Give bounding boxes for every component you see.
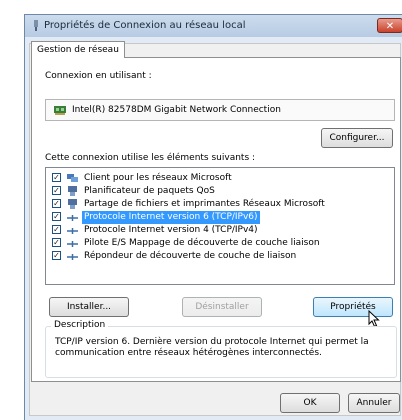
list-item[interactable]: ✓ Planificateur de paquets QoS (48, 185, 392, 198)
cancel-button-label: Annuler (356, 398, 392, 408)
network-client-icon (67, 174, 78, 182)
checkbox[interactable]: ✓ (52, 251, 61, 260)
list-item-label: Partage de fichiers et imprimantes Résea… (84, 199, 325, 209)
list-item[interactable]: ✓ Protocole Internet version 4 (TCP/IPv4… (48, 224, 392, 237)
install-button-label: Installer... (66, 302, 112, 312)
uninstall-button-label: Désinstaller (195, 302, 249, 312)
list-item-selected[interactable]: ✓ Protocole Internet version 6 (TCP/IPv6… (48, 211, 392, 224)
protocol-icon (67, 215, 78, 221)
network-adapter-icon (54, 106, 66, 115)
list-item-label: Pilote E/S Mappage de découverte de couc… (84, 238, 320, 248)
ok-button[interactable]: OK (280, 393, 340, 413)
window-title: Propriétés de Connexion au réseau local (44, 20, 246, 31)
connect-using-label: Connexion en utilisant : (45, 71, 152, 81)
configure-button[interactable]: Configurer... (321, 128, 393, 148)
items-label: Cette connexion utilise les éléments sui… (45, 153, 256, 163)
properties-button[interactable]: Propriétés (313, 297, 393, 317)
checkbox[interactable]: ✓ (52, 212, 61, 221)
description-text: TCP/IP version 6. Dernière version du pr… (55, 337, 369, 358)
protocol-icon (67, 228, 78, 234)
list-item[interactable]: ✓ Répondeur de découverte de couche de l… (48, 250, 392, 263)
list-item-label: Répondeur de découverte de couche de lia… (84, 251, 297, 261)
list-item[interactable]: ✓ Partage de fichiers et imprimantes Rés… (48, 198, 392, 211)
checkbox[interactable]: ✓ (52, 238, 61, 247)
protocol-icon (67, 254, 78, 260)
adapter-name: Intel(R) 82578DM Gigabit Network Connect… (72, 105, 281, 115)
protocol-icon (67, 241, 78, 247)
ok-button-label: OK (303, 398, 317, 408)
components-list[interactable]: ✓ Client pour les réseaux Microsoft ✓ Pl… (45, 167, 395, 285)
tab-networking[interactable]: Gestion de réseau (31, 41, 125, 58)
checkbox[interactable]: ✓ (52, 199, 61, 208)
checkbox[interactable]: ✓ (52, 173, 61, 182)
list-item-label: Client pour les réseaux Microsoft (84, 173, 232, 183)
network-icon (34, 20, 38, 31)
list-item[interactable]: ✓ Pilote E/S Mappage de découverte de co… (48, 237, 392, 250)
cancel-button[interactable]: Annuler (348, 393, 400, 413)
properties-window: Propriétés de Connexion au réseau local … (24, 14, 402, 420)
title-bar[interactable]: Propriétés de Connexion au réseau local … (25, 15, 402, 37)
adapter-box: Intel(R) 82578DM Gigabit Network Connect… (45, 99, 395, 121)
file-printer-sharing-icon (68, 199, 77, 209)
uninstall-button[interactable]: Désinstaller (182, 297, 262, 317)
description-label: Description (51, 320, 109, 330)
install-button[interactable]: Installer... (49, 297, 129, 317)
list-item-label: Protocole Internet version 6 (TCP/IPv6) (82, 211, 260, 224)
qos-icon (68, 186, 77, 196)
list-item-label: Planificateur de paquets QoS (84, 186, 215, 196)
close-button[interactable]: ✕ (377, 18, 402, 33)
list-item[interactable]: ✓ Client pour les réseaux Microsoft (48, 172, 392, 185)
checkbox[interactable]: ✓ (52, 225, 61, 234)
checkbox[interactable]: ✓ (52, 186, 61, 195)
configure-button-label: Configurer... (329, 133, 385, 143)
list-item-label: Protocole Internet version 4 (TCP/IPv4) (84, 225, 258, 235)
